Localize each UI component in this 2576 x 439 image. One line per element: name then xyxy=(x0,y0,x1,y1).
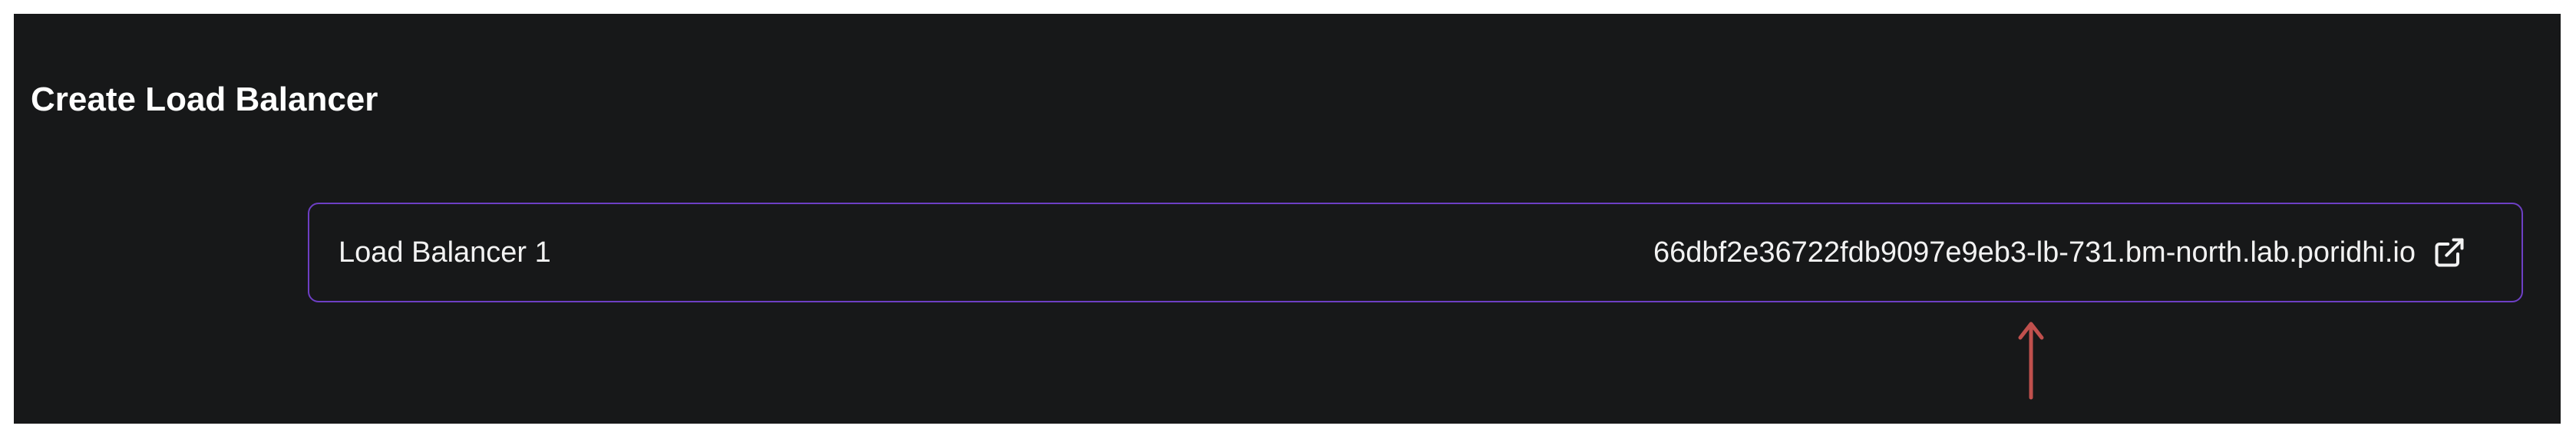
load-balancer-card: Load Balancer 1 66dbf2e36722fdb9097e9eb3… xyxy=(308,203,2523,302)
external-link-icon[interactable] xyxy=(2432,236,2466,269)
annotation-arrow-icon xyxy=(2018,322,2044,400)
load-balancer-panel: Create Load Balancer Load Balancer 1 66d… xyxy=(14,14,2561,424)
load-balancer-url[interactable]: 66dbf2e36722fdb9097e9eb3-lb-731.bm-north… xyxy=(1653,236,2416,269)
page-title: Create Load Balancer xyxy=(31,81,378,118)
load-balancer-url-link[interactable]: 66dbf2e36722fdb9097e9eb3-lb-731.bm-north… xyxy=(1653,204,2466,301)
load-balancer-name: Load Balancer 1 xyxy=(339,236,551,269)
